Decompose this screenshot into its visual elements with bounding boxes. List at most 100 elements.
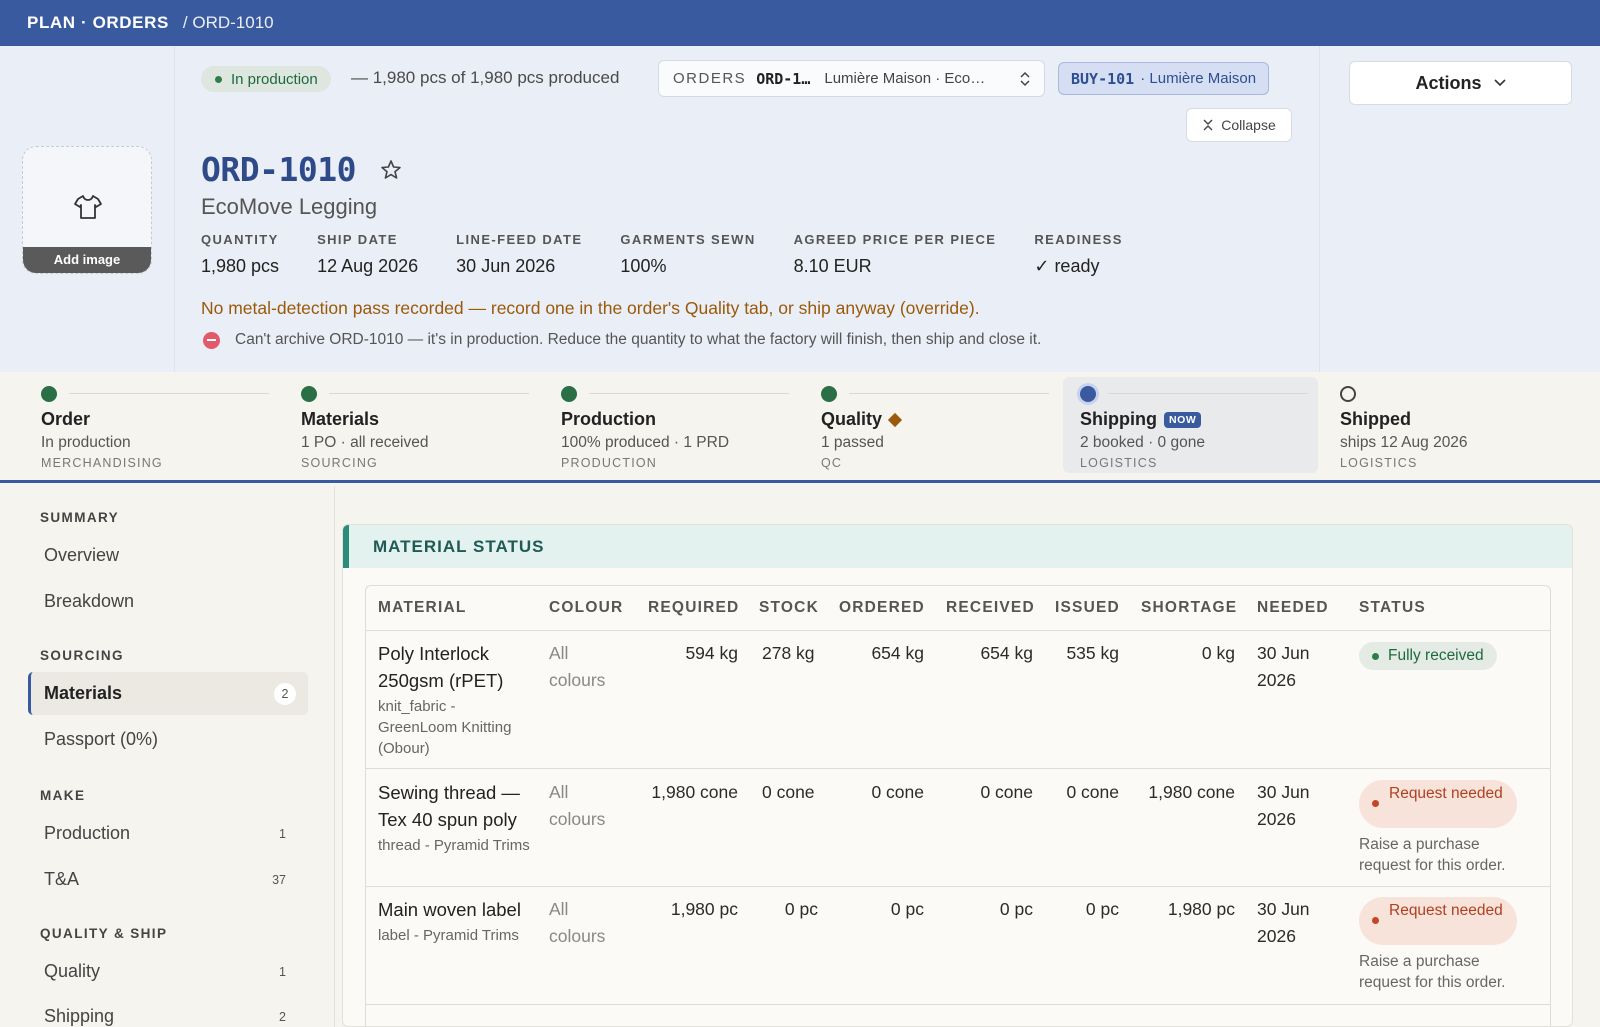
now-badge: NOW xyxy=(1163,411,1202,428)
status-badge-request-needed[interactable]: Request needed xyxy=(1359,780,1517,828)
fact-readiness: READINESS ✓ ready xyxy=(1034,232,1122,277)
header-divider xyxy=(366,630,1550,631)
step-pending-icon xyxy=(1340,386,1356,402)
step-connector xyxy=(69,393,269,394)
collapse-icon xyxy=(1203,119,1213,131)
sidebar-item-production[interactable]: Production 1 xyxy=(28,812,308,855)
table-row-material[interactable]: Poly Interlock 250gsm (rPET) knit_fabric… xyxy=(378,640,538,759)
step-order[interactable]: Order In production MERCHANDISING xyxy=(24,377,279,473)
sidebar-item-label: Overview xyxy=(44,545,120,565)
sidebar-section-quality-ship: QUALITY & SHIP xyxy=(40,926,168,941)
cell-required: 594 kg xyxy=(685,643,738,663)
step-sub: ships 12 Aug 2026 xyxy=(1340,434,1468,451)
sidebar-item-overview[interactable]: Overview xyxy=(28,534,308,577)
sidebar-item-quality[interactable]: Quality 1 xyxy=(28,950,308,993)
fact-key: READINESS xyxy=(1034,232,1123,247)
top-bar: PLAN · ORDERS / ORD-1010 xyxy=(0,0,1600,46)
col-header-status[interactable]: STATUS xyxy=(1359,586,1426,630)
fact-value: 100% xyxy=(620,256,667,276)
updown-chevron-icon xyxy=(1020,71,1030,87)
status-badge-request-needed[interactable]: Request needed xyxy=(1359,897,1517,945)
status-hint: Raise a purchase request for this order. xyxy=(1359,953,1506,991)
warning-diamond-icon xyxy=(887,412,903,427)
sidebar-item-materials[interactable]: Materials 2 xyxy=(28,672,308,715)
col-header-colour[interactable]: COLOUR xyxy=(549,586,623,630)
step-current-icon xyxy=(1080,386,1096,402)
sidebar-item-breakdown[interactable]: Breakdown xyxy=(28,580,308,623)
step-done-icon xyxy=(561,386,577,402)
add-image-dropzone[interactable]: Add image xyxy=(22,146,152,274)
col-header-ordered[interactable]: ORDERED xyxy=(839,586,925,630)
buyer-chip[interactable]: BUY-101 · Lumière Maison xyxy=(1058,62,1270,95)
cell-required: 1,980 cone xyxy=(651,782,738,802)
sidebar-item-label: Materials xyxy=(44,683,123,703)
step-category: SOURCING xyxy=(301,456,378,470)
material-status-card: MATERIAL STATUS MATERIAL COLOUR REQUIRED… xyxy=(342,524,1573,1027)
status-label: In production xyxy=(231,70,318,88)
step-title-text: Production xyxy=(561,409,656,429)
sidebar-item-ta[interactable]: T&A 37 xyxy=(28,858,308,901)
metal-detection-warning[interactable]: No metal-detection pass recorded — recor… xyxy=(201,298,980,319)
order-header: Add image In production — 1,980 pcs of 1… xyxy=(0,46,1600,372)
col-header-issued[interactable]: ISSUED xyxy=(1055,586,1120,630)
cell-shortage: 1,980 cone xyxy=(1148,782,1235,802)
order-selector[interactable]: ORDERS ORD-1… Lumière Maison · Eco… xyxy=(658,60,1045,97)
sidebar: SUMMARY Overview Breakdown SOURCING Mate… xyxy=(0,486,335,1027)
step-connector xyxy=(1108,393,1308,394)
step-sub: In production xyxy=(41,434,131,451)
status-hint: Raise a purchase request for this order. xyxy=(1359,836,1506,874)
sidebar-item-count: 2 xyxy=(274,682,296,705)
status-badge-fully-received: Fully received xyxy=(1359,642,1497,670)
order-selector-desc: Lumière Maison · Eco… xyxy=(824,70,986,87)
row-divider xyxy=(366,1004,1550,1005)
col-header-required[interactable]: REQUIRED xyxy=(648,586,739,630)
step-title-text: Quality xyxy=(821,409,883,429)
star-icon[interactable] xyxy=(380,159,402,181)
breadcrumb-root[interactable]: PLAN · ORDERS xyxy=(27,13,169,33)
status-label: Request needed xyxy=(1389,785,1503,802)
status-label: Request needed xyxy=(1389,902,1503,919)
material-table: MATERIAL COLOUR REQUIRED STOCK ORDERED R… xyxy=(365,585,1551,1026)
col-header-received[interactable]: RECEIVED xyxy=(946,586,1035,630)
cell-received: 654 kg xyxy=(980,643,1033,663)
col-header-stock[interactable]: STOCK xyxy=(759,586,819,630)
step-shipped[interactable]: Shipped ships 12 Aug 2026 LOGISTICS xyxy=(1323,377,1578,473)
card-title: MATERIAL STATUS xyxy=(343,525,1572,568)
fact-key: SHIP DATE xyxy=(317,232,398,247)
step-materials[interactable]: Materials 1 PO · all received SOURCING xyxy=(284,377,539,473)
cell-stock: 278 kg xyxy=(762,643,815,663)
status-badge: In production xyxy=(201,66,331,92)
cell-ordered: 654 kg xyxy=(871,643,924,663)
table-row-material[interactable]: Sewing thread — Tex 40 spun poly thread … xyxy=(378,779,538,856)
sidebar-item-label: Passport (0%) xyxy=(44,729,159,749)
step-done-icon xyxy=(41,386,57,402)
col-header-needed[interactable]: NEEDED xyxy=(1257,586,1329,630)
step-connector xyxy=(849,393,1049,394)
cell-needed: 30 Jun 2026 xyxy=(1257,782,1310,829)
col-header-shortage[interactable]: SHORTAGE xyxy=(1141,586,1237,630)
step-connector xyxy=(329,393,529,394)
sidebar-section-summary: SUMMARY xyxy=(40,510,120,525)
table-row-material[interactable]: Main woven label label - Pyramid Trims xyxy=(378,896,548,946)
material-supplier: thread - Pyramid Trims xyxy=(378,837,530,854)
col-header-material[interactable]: MATERIAL xyxy=(378,586,467,630)
actions-button[interactable]: Actions xyxy=(1349,61,1572,105)
sidebar-item-label: Production xyxy=(44,823,131,843)
cell-shortage: 0 kg xyxy=(1201,643,1235,663)
fact-garments-sewn: GARMENTS SEWN 100% xyxy=(620,232,755,277)
cell-issued: 0 cone xyxy=(1066,782,1119,802)
buyer-name: · Lumière Maison xyxy=(1140,70,1257,87)
step-sub: 1 PO · all received xyxy=(301,434,429,451)
step-quality[interactable]: Quality 1 passed QC xyxy=(804,377,1059,473)
archive-error-text: Can't archive ORD-1010 — it's in product… xyxy=(235,331,1042,348)
fact-key: QUANTITY xyxy=(201,232,279,247)
step-title: Production xyxy=(561,409,656,430)
step-production[interactable]: Production 100% produced · 1 PRD PRODUCT… xyxy=(544,377,799,473)
collapse-button[interactable]: Collapse xyxy=(1186,108,1292,142)
step-title-text: Order xyxy=(41,409,91,429)
sidebar-item-passport[interactable]: Passport (0%) xyxy=(28,718,308,761)
sidebar-item-shipping[interactable]: Shipping 2 xyxy=(28,995,308,1027)
status-label: Fully received xyxy=(1388,647,1484,664)
step-shipping[interactable]: Shipping NOW 2 booked · 0 gone LOGISTICS xyxy=(1063,377,1318,473)
step-sub: 100% produced · 1 PRD xyxy=(561,434,730,451)
